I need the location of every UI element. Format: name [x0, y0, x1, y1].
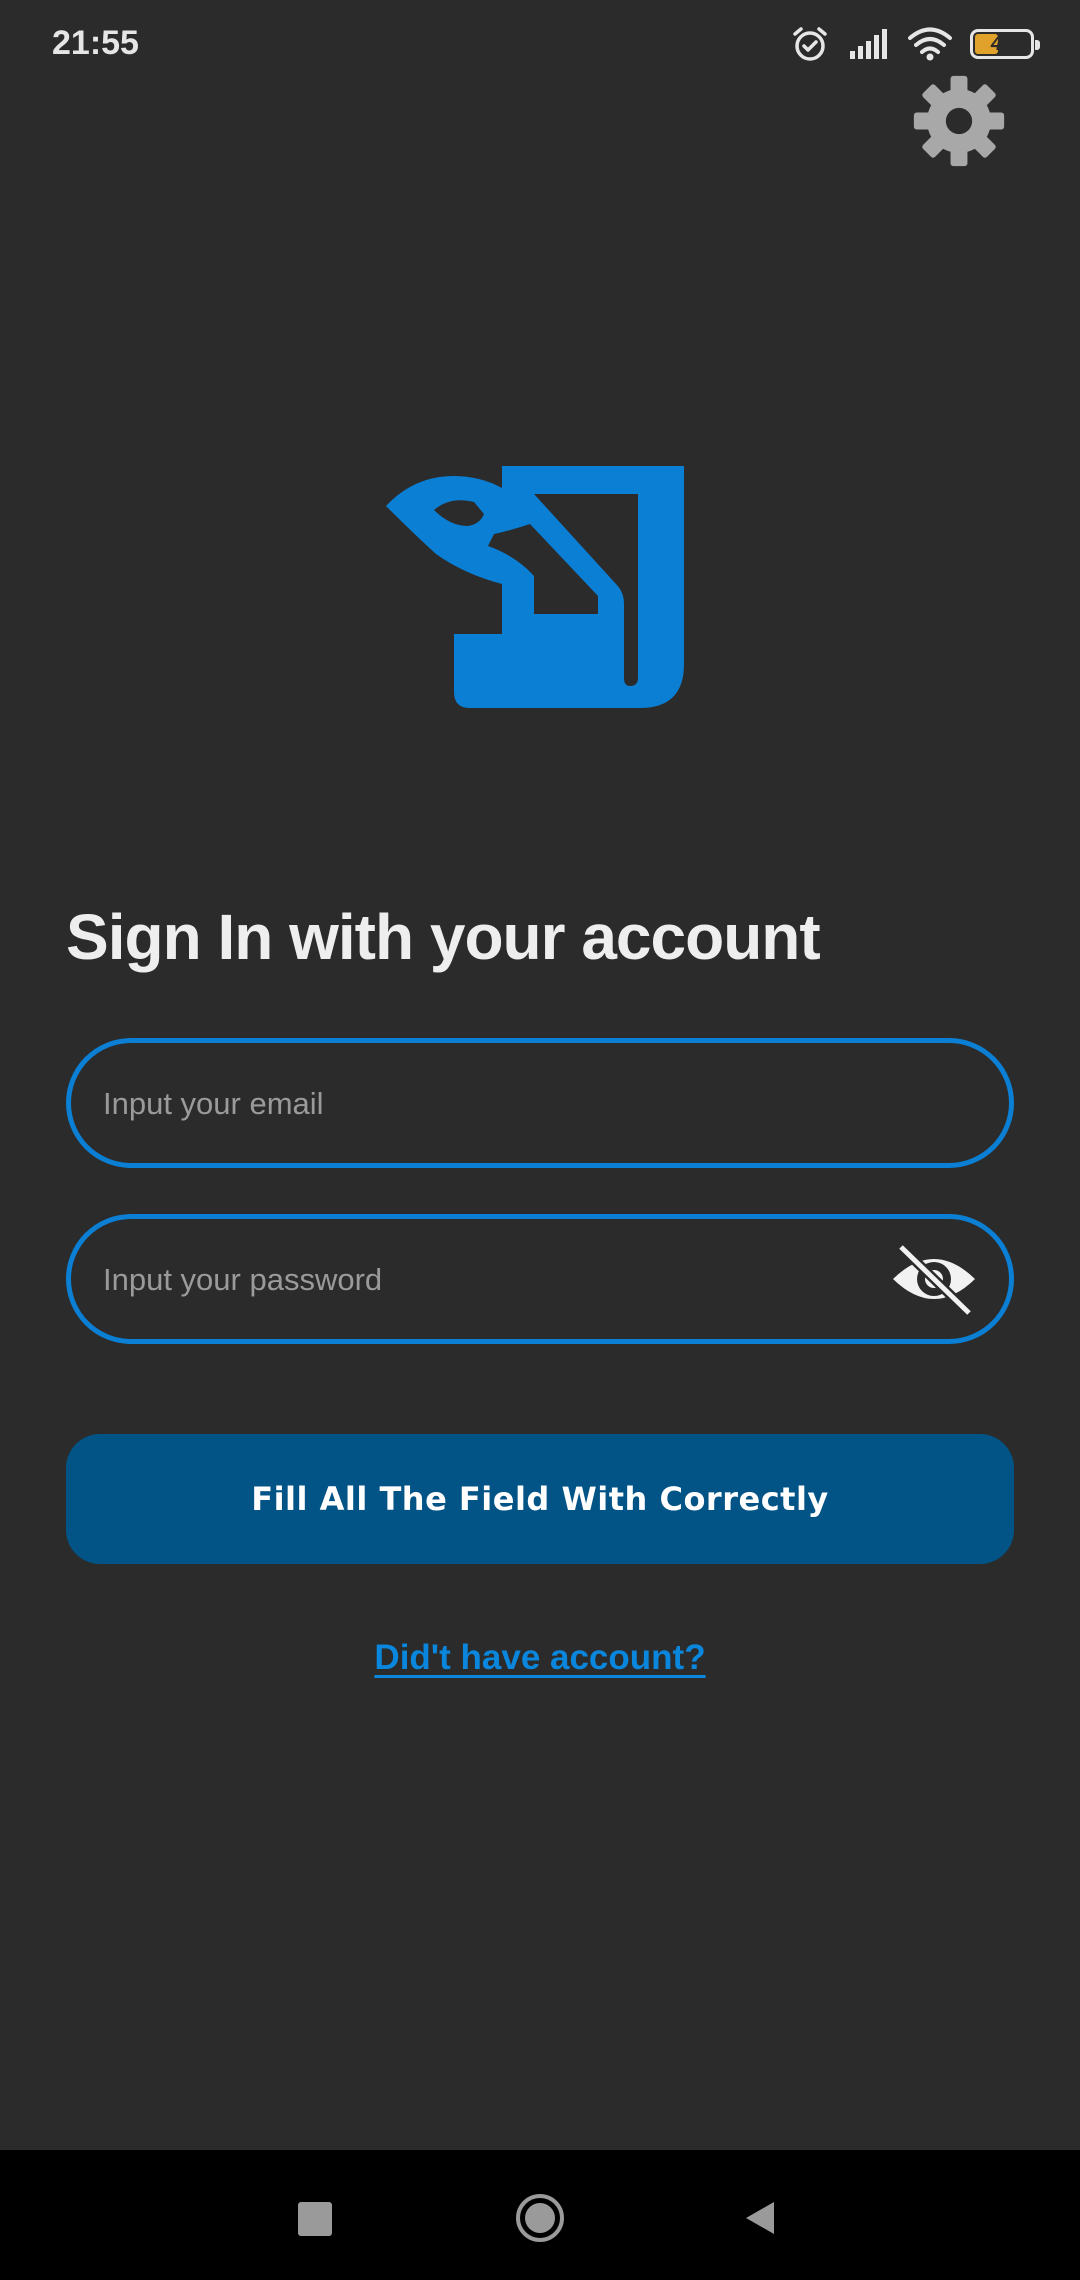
page-title: Sign In with your account — [66, 901, 821, 973]
email-field[interactable] — [66, 1038, 1014, 1168]
battery-percent: 46 — [990, 32, 1014, 55]
signal-icon — [850, 29, 887, 59]
signup-link[interactable]: Did't have account? — [374, 1638, 705, 1677]
wifi-icon — [908, 27, 952, 61]
submit-button[interactable]: Fill All The Field With Correctly — [66, 1434, 1014, 1564]
eye-slash-icon[interactable] — [889, 1243, 979, 1315]
back-icon[interactable] — [740, 2198, 780, 2238]
home-icon[interactable] — [514, 2192, 566, 2244]
email-input[interactable] — [101, 1043, 885, 1165]
app-logo — [386, 466, 684, 708]
alarm-icon — [793, 27, 827, 61]
recents-icon[interactable] — [298, 2202, 332, 2236]
navigation-bar — [0, 2150, 1080, 2280]
gear-icon[interactable] — [912, 74, 1006, 168]
status-icons: 46 — [790, 22, 1040, 66]
battery-nub — [1035, 40, 1040, 50]
status-time: 21:55 — [52, 24, 139, 62]
password-input[interactable] — [101, 1219, 885, 1341]
battery-icon: 46 — [970, 29, 1040, 59]
signup-link-container: Did't have account? — [0, 1638, 1080, 1678]
password-field[interactable] — [66, 1214, 1014, 1344]
